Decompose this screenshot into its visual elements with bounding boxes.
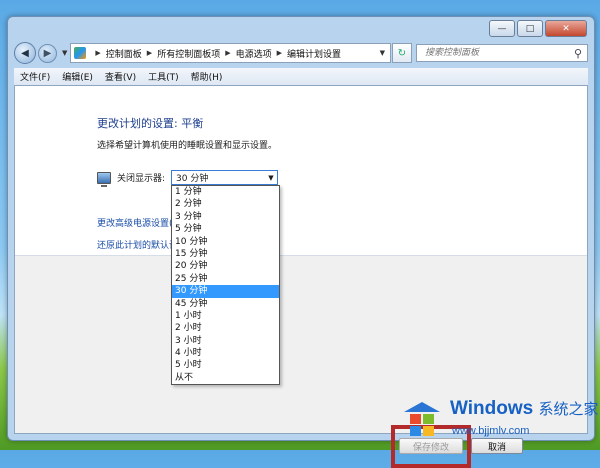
control-panel-icon	[74, 47, 87, 59]
forward-arrow-icon: ▶	[43, 47, 52, 59]
dropdown-option[interactable]: 2 分钟	[172, 198, 279, 210]
dropdown-option[interactable]: 5 分钟	[172, 223, 279, 235]
dropdown-option[interactable]: 从不	[172, 372, 279, 384]
dropdown-option[interactable]: 45 分钟	[172, 298, 279, 310]
chevron-right-icon[interactable]: ▶	[147, 49, 152, 57]
chevron-right-icon[interactable]: ▶	[277, 49, 282, 57]
menu-help[interactable]: 帮助(H)	[185, 70, 229, 83]
watermark: Windows 系统之家 www.bjjmlv.com	[398, 396, 599, 446]
content-pane: 更改计划的设置: 平衡 选择希望计算机使用的睡眠设置和显示设置。 关闭显示器: …	[14, 85, 588, 468]
caption-buttons: — □ ✕	[487, 20, 587, 37]
menu-file[interactable]: 文件(F)	[14, 70, 56, 83]
page-title: 更改计划的设置: 平衡	[97, 117, 204, 130]
dropdown-option[interactable]: 3 小时	[172, 335, 279, 347]
back-button[interactable]: ◀	[14, 42, 36, 64]
chevron-right-icon[interactable]: ▶	[225, 49, 230, 57]
dropdown-option[interactable]: 1 小时	[172, 310, 279, 322]
watermark-brand-cn: 系统之家	[538, 401, 599, 418]
dropdown-option[interactable]: 2 小时	[172, 322, 279, 334]
dropdown-option[interactable]: 10 分钟	[172, 236, 279, 248]
search-box[interactable]: ⚲	[416, 44, 588, 62]
breadcrumb-edit-plan[interactable]: 编辑计划设置	[287, 47, 341, 60]
breadcrumb-control-panel[interactable]: 控制面板	[106, 47, 142, 60]
monitor-icon	[97, 171, 111, 187]
back-arrow-icon: ◀	[21, 47, 29, 59]
breadcrumb-all-items[interactable]: 所有控制面板项	[157, 47, 220, 60]
display-off-select[interactable]: 30 分钟 ▼	[171, 170, 278, 185]
dropdown-option[interactable]: 5 小时	[172, 359, 279, 371]
display-off-value: 30 分钟	[176, 174, 209, 184]
close-button[interactable]: ✕	[545, 20, 587, 37]
watermark-brand: Windows 系统之家	[450, 398, 599, 420]
address-dropdown-button[interactable]: ▼	[375, 49, 390, 57]
windows-logo-icon	[404, 402, 440, 436]
display-off-row: 关闭显示器:	[97, 171, 166, 187]
refresh-button[interactable]: ↻	[392, 43, 412, 63]
address-bar[interactable]: ▶ 控制面板 ▶ 所有控制面板项 ▶ 电源选项 ▶ 编辑计划设置 ▼	[70, 43, 391, 63]
maximize-button[interactable]: □	[517, 20, 543, 37]
display-off-label: 关闭显示器:	[117, 174, 166, 184]
chevron-right-icon[interactable]: ▶	[95, 49, 100, 57]
dropdown-option[interactable]: 3 分钟	[172, 211, 279, 223]
dropdown-option[interactable]: 4 小时	[172, 347, 279, 359]
refresh-icon: ↻	[397, 47, 407, 59]
forward-button[interactable]: ▶	[38, 43, 57, 63]
recent-pages-dropdown[interactable]: ▼	[62, 49, 67, 57]
menu-bar: 文件(F) 编辑(E) 查看(V) 工具(T) 帮助(H)	[14, 68, 588, 86]
advanced-power-settings-link[interactable]: 更改高级电源设置(C)	[97, 216, 173, 229]
dropdown-option[interactable]: 15 分钟	[172, 248, 279, 260]
watermark-brand-en: Windows	[450, 398, 534, 419]
search-icon[interactable]: ⚲	[574, 47, 587, 60]
display-off-options-list[interactable]: 1 分钟 2 分钟 3 分钟 5 分钟 10 分钟 15 分钟 20 分钟 25 分钟 30 分…	[171, 185, 280, 386]
control-panel-window: — □ ✕ ◀ ▶ ▼ ▶ 控制面板 ▶ 所有控制面板项 ▶ 电源选项 ▶ 编辑…	[7, 16, 595, 468]
page-subtitle: 选择希望计算机使用的睡眠设置和显示设置。	[97, 141, 278, 151]
dropdown-option[interactable]: 30 分钟	[172, 285, 279, 298]
menu-edit[interactable]: 编辑(E)	[56, 70, 99, 83]
watermark-url: www.bjjmlv.com	[452, 425, 530, 437]
menu-view[interactable]: 查看(V)	[99, 70, 142, 83]
dropdown-option[interactable]: 25 分钟	[172, 273, 279, 285]
restore-defaults-link[interactable]: 还原此计划的默认设置	[97, 238, 173, 251]
dropdown-option[interactable]: 20 分钟	[172, 260, 279, 272]
minimize-button[interactable]: —	[489, 20, 515, 37]
breadcrumb-power-options[interactable]: 电源选项	[236, 47, 272, 60]
search-input[interactable]	[423, 47, 574, 59]
menu-tools[interactable]: 工具(T)	[142, 70, 185, 83]
navigation-bar: ◀ ▶ ▼ ▶ 控制面板 ▶ 所有控制面板项 ▶ 电源选项 ▶ 编辑计划设置 ▼…	[14, 41, 588, 65]
dropdown-option[interactable]: 1 分钟	[172, 186, 279, 198]
chevron-down-icon[interactable]: ▼	[265, 174, 277, 182]
